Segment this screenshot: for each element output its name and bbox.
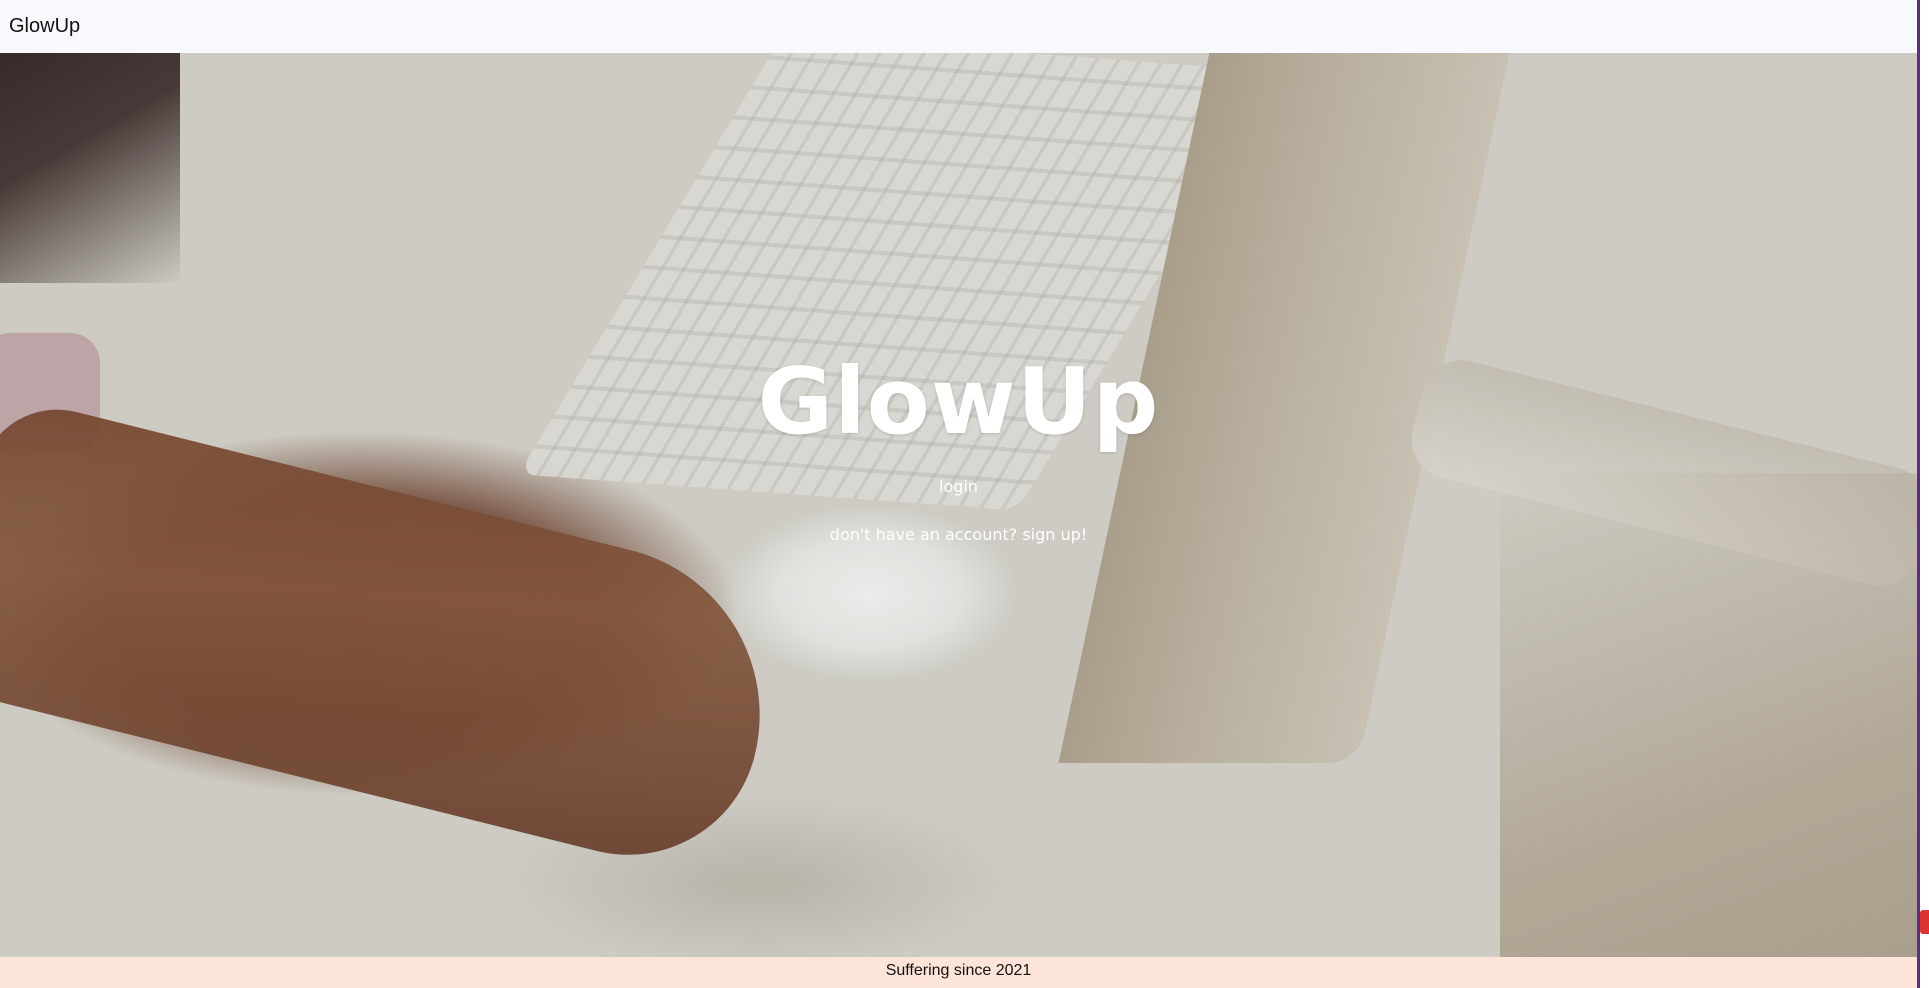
login-link[interactable]: login bbox=[0, 477, 1917, 496]
page-footer: Suffering since 2021 bbox=[0, 957, 1917, 988]
window-edge-line bbox=[1917, 0, 1920, 988]
side-tab-marker bbox=[1920, 910, 1929, 934]
top-navbar: GlowUp bbox=[0, 0, 1917, 53]
hero-section: GlowUp login don't have an account? sign… bbox=[0, 53, 1917, 957]
footer-text: Suffering since 2021 bbox=[885, 962, 1032, 979]
hero-background-overlay bbox=[0, 53, 1917, 957]
signup-link[interactable]: don't have an account? sign up! bbox=[0, 525, 1917, 544]
navbar-brand-link[interactable]: GlowUp bbox=[9, 15, 80, 38]
hero-title: GlowUp bbox=[757, 348, 1160, 455]
